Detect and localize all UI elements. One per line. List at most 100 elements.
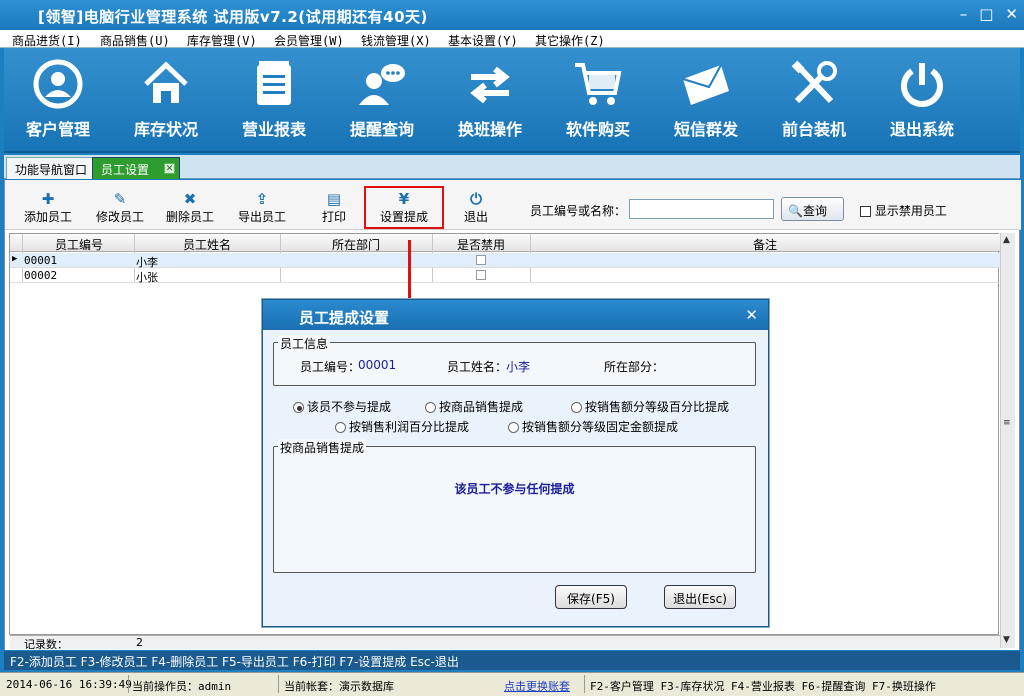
menu-inventory[interactable]: 库存管理(V) <box>187 32 257 49</box>
option-label: 该员不参与提成 <box>307 400 392 414</box>
minimize-button[interactable]: – <box>960 5 968 23</box>
nav-shift[interactable]: 换班操作 <box>440 58 540 140</box>
menu-purchase[interactable]: 商品进货(I) <box>12 32 82 49</box>
status-account: 当前帐套：演示数据库 <box>284 680 394 693</box>
dialog-title: 员工提成设置 <box>263 300 768 330</box>
nav-label: 库存状况 <box>133 120 198 139</box>
switch-account-link[interactable]: 点击更换账套 <box>504 678 570 694</box>
cell-name: 小张 <box>136 271 158 284</box>
id-value: 00001 <box>358 358 397 372</box>
table-row[interactable]: 00002 小张 <box>10 268 1000 284</box>
grid-footer: 记录数： 2 <box>10 635 1000 651</box>
option-tier-fixed[interactable]: 按销售额分等级固定金额提成 <box>508 418 678 435</box>
button-label: 打印 <box>321 210 346 224</box>
scroll-up-icon[interactable]: ▲ <box>1003 235 1010 245</box>
close-icon[interactable]: ✕ <box>745 306 758 324</box>
power-icon <box>896 58 948 110</box>
col-disabled[interactable]: 是否禁用 <box>432 236 530 253</box>
nav-label: 营业报表 <box>241 120 306 139</box>
close-tab-icon[interactable]: ✕ <box>164 163 175 174</box>
scroll-thumb-icon[interactable]: ≡ <box>1003 418 1011 428</box>
option-label: 按销售利润百分比提成 <box>349 420 470 434</box>
cell-disabled-checkbox[interactable] <box>476 255 486 265</box>
nav-report[interactable]: 营业报表 <box>224 58 324 140</box>
status-shortcuts: F2-客户管理 F3-库存状况 F4-营业报表 F6-提醒查询 F7-换班操作 <box>590 680 936 693</box>
table-row[interactable]: ▶ 00001 小李 <box>10 253 1000 269</box>
name-label: 员工姓名： <box>447 360 508 374</box>
radio-dot[interactable] <box>335 422 346 433</box>
nav-install[interactable]: 前台装机 <box>764 58 864 140</box>
print-button[interactable]: ▤ 打印 <box>299 190 369 225</box>
info-legend: 员工信息 <box>278 335 331 352</box>
shortcut-hint-bar: F2-添加员工 F3-修改员工 F4-删除员工 F5-导出员工 F6-打印 F7… <box>4 651 1020 670</box>
highlight-box <box>364 186 444 229</box>
menu-settings[interactable]: 基本设置(Y) <box>448 32 518 49</box>
radio-dot[interactable] <box>425 402 436 413</box>
vertical-scrollbar[interactable]: ▲ ≡ ▼ <box>1000 233 1015 648</box>
plus-icon: ✚ <box>41 190 55 208</box>
menu-members[interactable]: 会员管理(W) <box>274 32 344 49</box>
menu-sales[interactable]: 商品销售(U) <box>100 32 170 49</box>
close-button[interactable]: ✕ <box>1005 5 1018 23</box>
button-label: 添加员工 <box>23 210 72 224</box>
option-tier-percent[interactable]: 按销售额分等级百分比提成 <box>571 398 729 415</box>
nav-label: 提醒查询 <box>349 120 414 139</box>
dialog-exit-button[interactable]: 退出(Esc) <box>664 585 736 609</box>
toolbar: ✚ 添加员工 ✎ 修改员工 ✖ 删除员工 ⇪ 导出员工 ▤ 打印 ¥ 设置提成 ⏻ 退出 员工… <box>5 180 1021 230</box>
cell-id: 00001 <box>24 254 58 267</box>
exit-button[interactable]: ⏻ 退出 <box>441 190 511 225</box>
power-icon: ⏻ <box>470 190 482 208</box>
window-title: [领智]电脑行业管理系统 试用版v7.2(试用期还有40天) <box>38 8 428 26</box>
nav-stock[interactable]: 库存状况 <box>116 58 216 140</box>
nav-exit[interactable]: 退出系统 <box>872 58 972 140</box>
option-by-product[interactable]: 按商品销售提成 <box>425 398 523 415</box>
cell-disabled-checkbox[interactable] <box>476 270 486 280</box>
button-label: 退出 <box>463 210 488 224</box>
button-label: 导出员工 <box>237 210 286 224</box>
user-icon <box>32 58 84 110</box>
col-note[interactable]: 备注 <box>530 236 1000 253</box>
edit-staff-button[interactable]: ✎ 修改员工 <box>85 190 155 225</box>
save-button[interactable]: 保存(F5) <box>555 585 627 609</box>
delete-staff-button[interactable]: ✖ 删除员工 <box>155 190 225 225</box>
commission-dialog: 员工提成设置 ✕ 员工信息 员工编号： 00001 员工姓名： 小李 所在部分：… <box>262 299 769 627</box>
record-count: 2 <box>136 636 143 649</box>
tab-staff-settings[interactable]: 员工设置 ✕ <box>92 157 180 179</box>
col-name[interactable]: 员工姓名 <box>134 236 280 253</box>
radio-dot[interactable] <box>508 422 519 433</box>
option-none[interactable]: 该员不参与提成 <box>293 398 391 415</box>
add-staff-button[interactable]: ✚ 添加员工 <box>13 190 83 225</box>
show-disabled-checkbox[interactable]: 显示禁用员工 <box>860 202 947 219</box>
record-count-label: 记录数： <box>24 638 68 651</box>
tab-strip: 功能导航窗口 员工设置 ✕ <box>4 155 1020 179</box>
status-datetime: 2014-06-16 16:39:49 <box>6 678 132 691</box>
option-label: 按商品销售提成 <box>439 400 524 414</box>
row-pointer-icon: ▶ <box>12 254 18 264</box>
tab-nav-window[interactable]: 功能导航窗口 <box>6 157 97 179</box>
nav-buy[interactable]: 软件购买 <box>548 58 648 140</box>
nav-label: 短信群发 <box>673 120 738 139</box>
nav-band: 客户管理 库存状况 营业报表 提醒查询 换班操作 软件购买 短信群发 前台装机 … <box>4 48 1020 153</box>
search-input[interactable] <box>629 199 774 219</box>
checkbox[interactable] <box>860 206 871 217</box>
option-profit-percent[interactable]: 按销售利润百分比提成 <box>335 418 469 435</box>
nav-label: 换班操作 <box>457 120 522 139</box>
scroll-down-icon[interactable]: ▼ <box>1003 635 1010 645</box>
upload-icon: ⇪ <box>255 190 269 208</box>
query-button[interactable]: 🔍查询 <box>781 197 844 221</box>
menu-cashflow[interactable]: 钱流管理(X) <box>361 32 431 49</box>
nav-customer[interactable]: 客户管理 <box>8 58 108 140</box>
nav-reminder[interactable]: 提醒查询 <box>332 58 432 140</box>
nav-sms[interactable]: 短信群发 <box>656 58 756 140</box>
radio-dot[interactable] <box>571 402 582 413</box>
section-legend: 按商品销售提成 <box>278 439 367 456</box>
menu-bar: 商品进货(I) 商品销售(U) 库存管理(V) 会员管理(W) 钱流管理(X) … <box>0 30 1024 48</box>
menu-other[interactable]: 其它操作(Z) <box>535 32 605 49</box>
export-staff-button[interactable]: ⇪ 导出员工 <box>227 190 297 225</box>
maximize-button[interactable]: □ <box>979 5 993 23</box>
col-id[interactable]: 员工编号 <box>24 236 134 253</box>
clipboard-icon <box>248 58 300 110</box>
nav-label: 客户管理 <box>25 120 90 139</box>
radio-dot[interactable] <box>293 402 304 413</box>
house-icon <box>140 58 192 110</box>
